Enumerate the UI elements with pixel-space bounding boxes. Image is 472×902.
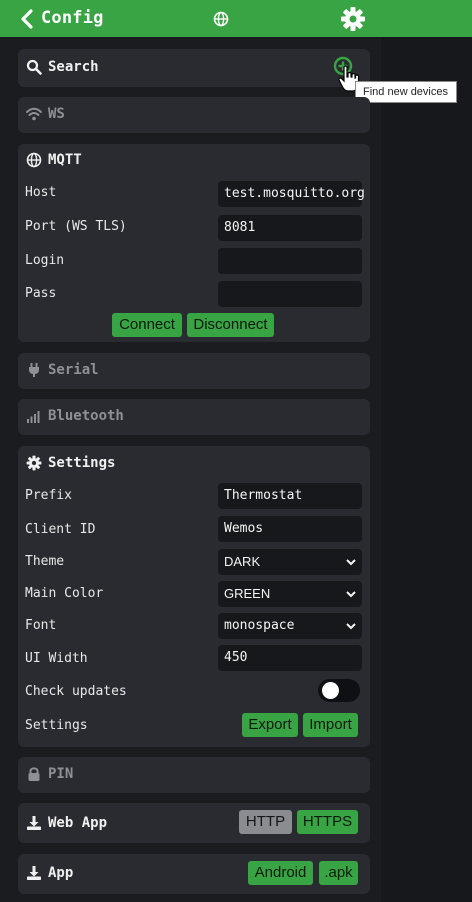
chevron-left-icon[interactable] [20, 9, 34, 29]
apk-button[interactable]: .apk [319, 861, 358, 885]
chevron-down-icon [346, 591, 356, 598]
font-label: Font [25, 618, 57, 633]
settings-row-label: Settings [25, 718, 88, 733]
mqtt-header: MQTT [26, 152, 82, 168]
ui-width-label: UI Width [25, 651, 88, 666]
download-icon [27, 816, 41, 830]
settings-title: Settings [48, 455, 116, 471]
settings-card: Settings Prefix Thermostat Client ID Wem… [18, 446, 370, 747]
pin-card[interactable]: PIN [18, 757, 370, 793]
prefix-field[interactable]: Thermostat [218, 483, 362, 509]
android-button[interactable]: Android [248, 861, 313, 885]
signal-bars-icon [27, 411, 40, 423]
check-updates-label: Check updates [25, 684, 127, 699]
pin-title: PIN [48, 766, 74, 782]
lock-icon [28, 767, 40, 781]
webapp-card: Web App HTTP HTTPS [18, 803, 370, 843]
ws-header: WS [26, 106, 65, 122]
mqtt-card: MQTT Host test.mosquitto.org Port (WS TL… [18, 144, 370, 342]
host-field[interactable]: test.mosquitto.org [218, 181, 365, 207]
bluetooth-card[interactable]: Bluetooth [18, 399, 370, 435]
ui-width-field[interactable]: 450 [218, 645, 362, 671]
host-label: Host [25, 185, 57, 200]
app-title: App [48, 865, 74, 881]
theme-select[interactable]: DARK [218, 549, 362, 575]
webapp-header: Web App [26, 815, 107, 831]
toggle-knob [322, 682, 339, 699]
port-label: Port (WS TLS) [25, 219, 127, 234]
globe-icon [26, 152, 42, 168]
http-button[interactable]: HTTP [239, 810, 292, 834]
import-button[interactable]: Import [303, 713, 358, 737]
plug-icon [29, 363, 39, 377]
bluetooth-header: Bluetooth [26, 408, 124, 424]
tooltip: Find new devices [355, 81, 457, 103]
pass-field[interactable] [218, 281, 362, 307]
font-value: monospace [224, 618, 295, 633]
mqtt-title: MQTT [48, 152, 82, 168]
export-button[interactable]: Export [242, 713, 298, 737]
theme-value: DARK [224, 554, 261, 569]
connect-button[interactable]: Connect [112, 313, 182, 337]
check-updates-toggle[interactable] [318, 679, 360, 702]
ws-card[interactable]: WS [18, 97, 370, 133]
gear-icon [26, 455, 42, 471]
page-title: Config [41, 8, 104, 28]
pin-header: PIN [26, 766, 73, 782]
wifi-icon [26, 107, 42, 121]
client-id-label: Client ID [25, 522, 96, 537]
client-id-field[interactable]: Wemos [218, 516, 362, 542]
top-bar: Config [0, 0, 472, 37]
app-card: App Android .apk [18, 854, 370, 894]
gear-icon[interactable] [340, 6, 366, 32]
font-select[interactable]: monospace [218, 613, 362, 639]
serial-card[interactable]: Serial [18, 353, 370, 389]
search-card[interactable]: Search [18, 49, 370, 92]
serial-title: Serial [48, 362, 99, 378]
bluetooth-title: Bluetooth [48, 408, 124, 424]
download-icon [27, 866, 41, 880]
search-title: Search [48, 59, 99, 75]
settings-header: Settings [26, 455, 115, 471]
theme-label: Theme [25, 554, 65, 569]
app-header: App [26, 865, 73, 881]
disconnect-button[interactable]: Disconnect [187, 313, 274, 337]
chevron-down-icon [346, 559, 356, 566]
chevron-down-icon [346, 623, 356, 630]
https-button[interactable]: HTTPS [297, 810, 358, 834]
globe-icon [213, 11, 229, 27]
search-header: Search [26, 59, 99, 75]
search-icon [26, 59, 42, 75]
port-field[interactable]: 8081 [218, 215, 362, 241]
pass-label: Pass [25, 286, 57, 301]
main-color-value: GREEN [224, 586, 271, 601]
serial-header: Serial [26, 362, 99, 378]
main-color-label: Main Color [25, 586, 104, 601]
ws-title: WS [48, 106, 65, 122]
prefix-label: Prefix [25, 488, 72, 503]
login-field[interactable] [218, 248, 362, 274]
main-color-select[interactable]: GREEN [218, 581, 362, 607]
webapp-title: Web App [48, 815, 108, 831]
login-label: Login [25, 253, 65, 268]
